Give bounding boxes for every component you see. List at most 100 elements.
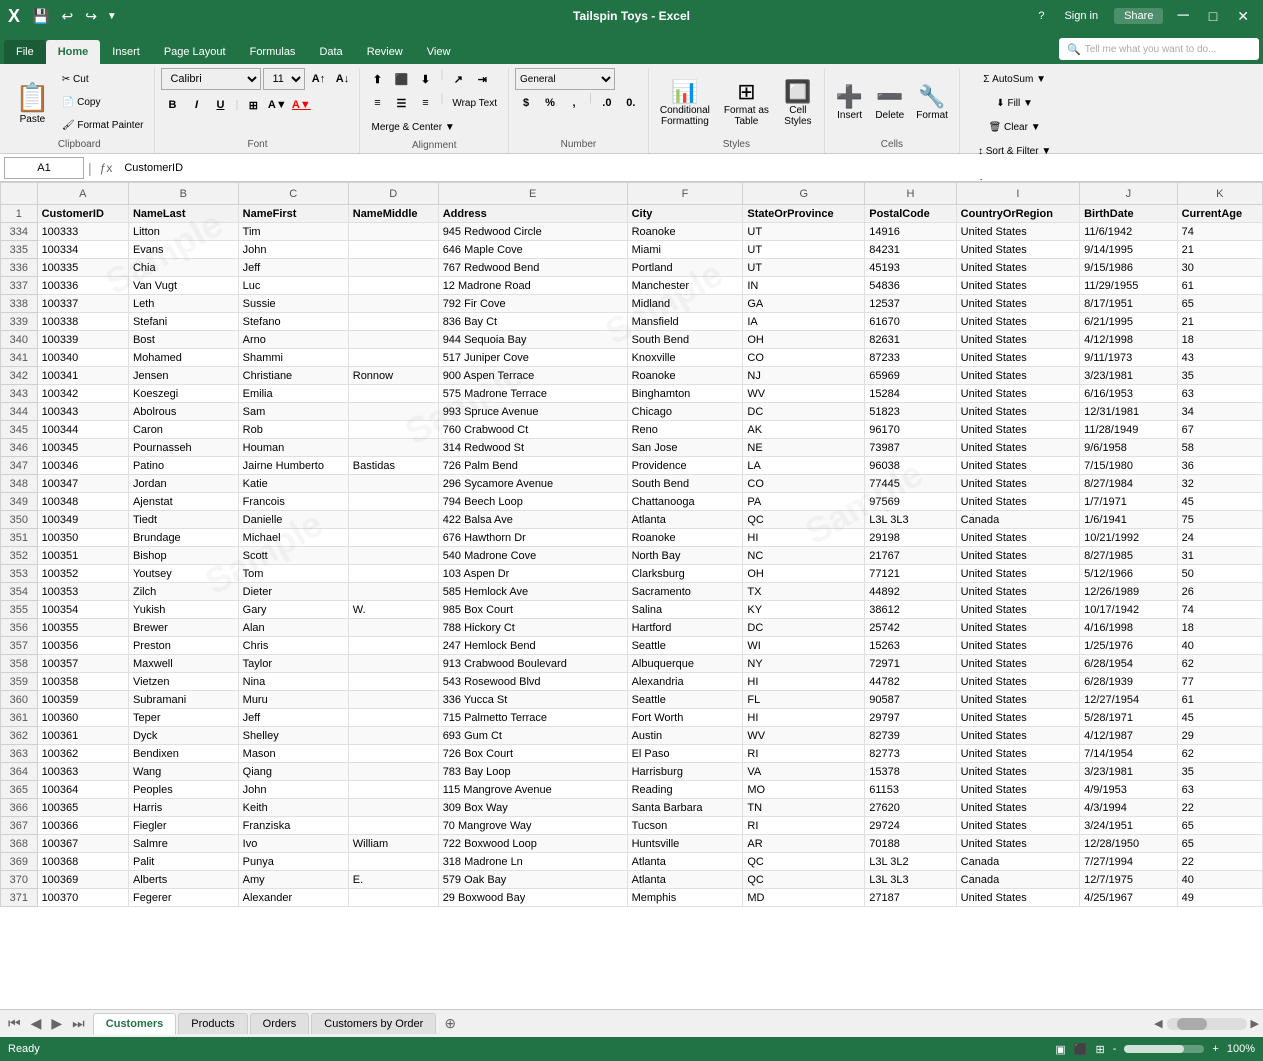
cell-r356-c1[interactable]: Brewer: [128, 619, 238, 637]
row-header-355[interactable]: 355: [1, 601, 38, 619]
col-header-F[interactable]: F: [627, 183, 743, 205]
cell-r348-c4[interactable]: 296 Sycamore Avenue: [438, 475, 627, 493]
cell-r350-c7[interactable]: L3L 3L3: [865, 511, 956, 529]
cell-r346-c9[interactable]: 9/6/1958: [1080, 439, 1178, 457]
cell-r344-c10[interactable]: 34: [1177, 403, 1262, 421]
cell-r369-c0[interactable]: 100368: [37, 853, 128, 871]
cell-r338-c4[interactable]: 792 Fir Cove: [438, 295, 627, 313]
cell-r368-c8[interactable]: United States: [956, 835, 1079, 853]
col-header-I[interactable]: I: [956, 183, 1079, 205]
cell-r338-c5[interactable]: Midland: [627, 295, 743, 313]
cell-r368-c5[interactable]: Huntsville: [627, 835, 743, 853]
cell-r362-c4[interactable]: 693 Gum Ct: [438, 727, 627, 745]
cell-r346-c3[interactable]: [348, 439, 438, 457]
cell-r356-c3[interactable]: [348, 619, 438, 637]
cell-r366-c0[interactable]: 100365: [37, 799, 128, 817]
close-icon[interactable]: ✕: [1231, 8, 1255, 25]
row-header-353[interactable]: 353: [1, 565, 38, 583]
cell-r344-c9[interactable]: 12/31/1981: [1080, 403, 1178, 421]
cell-r343-c8[interactable]: United States: [956, 385, 1079, 403]
cell-r349-c7[interactable]: 97569: [865, 493, 956, 511]
cell-r367-c9[interactable]: 3/24/1951: [1080, 817, 1178, 835]
autosum-button[interactable]: Σ AutoSum ▼: [978, 68, 1051, 90]
cell-r356-c4[interactable]: 788 Hickory Ct: [438, 619, 627, 637]
last-sheet-icon[interactable]: ⏭: [68, 1015, 89, 1032]
header-cell-8[interactable]: CountryOrRegion: [956, 205, 1079, 223]
cell-r358-c6[interactable]: NY: [743, 655, 865, 673]
cell-r349-c8[interactable]: United States: [956, 493, 1079, 511]
cell-r349-c1[interactable]: Ajenstat: [128, 493, 238, 511]
currency-button[interactable]: $: [515, 92, 537, 114]
row-header-366[interactable]: 366: [1, 799, 38, 817]
fill-color-button[interactable]: A▼: [266, 94, 288, 116]
cell-r364-c9[interactable]: 3/23/1981: [1080, 763, 1178, 781]
cell-r353-c9[interactable]: 5/12/1966: [1080, 565, 1178, 583]
cell-r361-c5[interactable]: Fort Worth: [627, 709, 743, 727]
font-size-select[interactable]: 11: [263, 68, 305, 90]
cell-r363-c3[interactable]: [348, 745, 438, 763]
cell-r362-c0[interactable]: 100361: [37, 727, 128, 745]
fill-button[interactable]: ⬇ Fill ▼: [991, 92, 1038, 114]
help-icon[interactable]: ?: [1034, 10, 1048, 22]
row-header-349[interactable]: 349: [1, 493, 38, 511]
cell-r355-c10[interactable]: 74: [1177, 601, 1262, 619]
row-header-351[interactable]: 351: [1, 529, 38, 547]
bold-button[interactable]: B: [161, 94, 183, 116]
cell-r349-c9[interactable]: 1/7/1971: [1080, 493, 1178, 511]
cell-r347-c1[interactable]: Patino: [128, 457, 238, 475]
cell-r363-c10[interactable]: 62: [1177, 745, 1262, 763]
cell-r370-c2[interactable]: Amy: [238, 871, 348, 889]
cell-r371-c6[interactable]: MD: [743, 889, 865, 907]
cell-r342-c7[interactable]: 65969: [865, 367, 956, 385]
row-header-344[interactable]: 344: [1, 403, 38, 421]
cell-r352-c7[interactable]: 21767: [865, 547, 956, 565]
row-header-369[interactable]: 369: [1, 853, 38, 871]
cell-r348-c8[interactable]: United States: [956, 475, 1079, 493]
cell-r359-c10[interactable]: 77: [1177, 673, 1262, 691]
cell-r343-c2[interactable]: Emilia: [238, 385, 348, 403]
cell-r358-c10[interactable]: 62: [1177, 655, 1262, 673]
cell-r364-c5[interactable]: Harrisburg: [627, 763, 743, 781]
cell-r340-c5[interactable]: South Bend: [627, 331, 743, 349]
cell-r368-c1[interactable]: Salmre: [128, 835, 238, 853]
tab-formulas[interactable]: Formulas: [238, 40, 308, 64]
cell-r357-c8[interactable]: United States: [956, 637, 1079, 655]
cell-r348-c0[interactable]: 100347: [37, 475, 128, 493]
cell-r348-c7[interactable]: 77445: [865, 475, 956, 493]
tab-view[interactable]: View: [415, 40, 463, 64]
cell-r337-c8[interactable]: United States: [956, 277, 1079, 295]
cell-r337-c10[interactable]: 61: [1177, 277, 1262, 295]
cell-r351-c2[interactable]: Michael: [238, 529, 348, 547]
normal-view-icon[interactable]: ▣: [1055, 1043, 1065, 1056]
row-header-342[interactable]: 342: [1, 367, 38, 385]
cell-r358-c3[interactable]: [348, 655, 438, 673]
cell-r337-c7[interactable]: 54836: [865, 277, 956, 295]
col-header-K[interactable]: K: [1177, 183, 1262, 205]
font-color-button[interactable]: A▼: [290, 94, 312, 116]
cell-r339-c0[interactable]: 100338: [37, 313, 128, 331]
cell-r365-c7[interactable]: 61153: [865, 781, 956, 799]
cell-r343-c0[interactable]: 100342: [37, 385, 128, 403]
cell-r360-c4[interactable]: 336 Yucca St: [438, 691, 627, 709]
cell-r368-c2[interactable]: Ivo: [238, 835, 348, 853]
cell-r363-c5[interactable]: El Paso: [627, 745, 743, 763]
select-all-button[interactable]: [1, 183, 38, 205]
cell-r334-c10[interactable]: 74: [1177, 223, 1262, 241]
cell-r356-c6[interactable]: DC: [743, 619, 865, 637]
cell-r358-c5[interactable]: Albuquerque: [627, 655, 743, 673]
cell-r360-c3[interactable]: [348, 691, 438, 709]
cell-r371-c5[interactable]: Memphis: [627, 889, 743, 907]
cell-r343-c4[interactable]: 575 Madrone Terrace: [438, 385, 627, 403]
cell-r362-c3[interactable]: [348, 727, 438, 745]
cell-r345-c6[interactable]: AK: [743, 421, 865, 439]
increase-decimal-button[interactable]: 0.: [620, 92, 642, 114]
row-header-346[interactable]: 346: [1, 439, 38, 457]
cell-r335-c1[interactable]: Evans: [128, 241, 238, 259]
border-button[interactable]: ⊞: [242, 94, 264, 116]
cell-r342-c8[interactable]: United States: [956, 367, 1079, 385]
tab-data[interactable]: Data: [307, 40, 354, 64]
cell-r347-c5[interactable]: Providence: [627, 457, 743, 475]
cell-r365-c1[interactable]: Peoples: [128, 781, 238, 799]
cell-r358-c4[interactable]: 913 Crabwood Boulevard: [438, 655, 627, 673]
cell-r369-c7[interactable]: L3L 3L2: [865, 853, 956, 871]
